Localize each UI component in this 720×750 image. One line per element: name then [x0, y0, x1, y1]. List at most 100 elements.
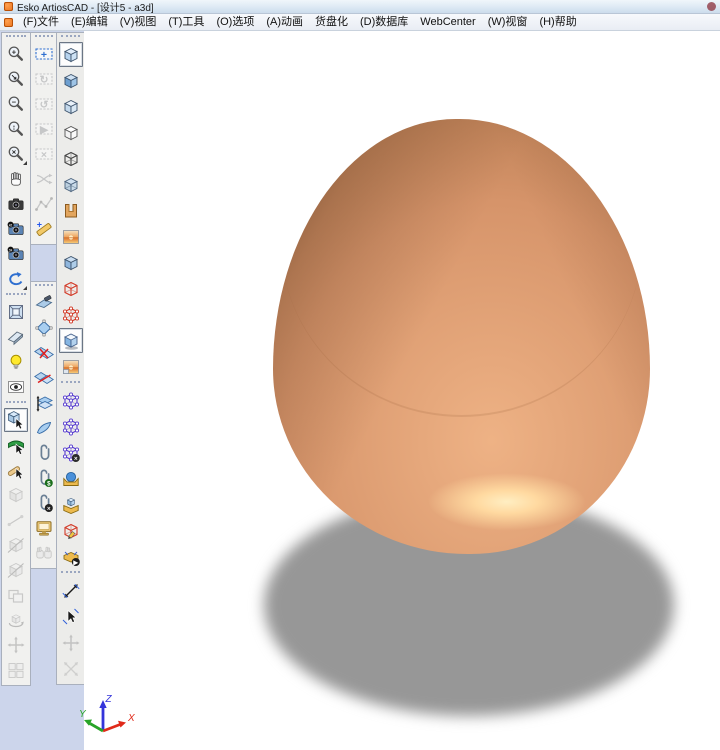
view-angle-icon: [6, 377, 26, 397]
view-translucent-button[interactable]: [59, 250, 83, 275]
menu-animation[interactable]: (A)动画: [260, 14, 309, 30]
add-animation-frame-button[interactable]: +: [32, 42, 56, 66]
menu-palletization[interactable]: 货盘化: [309, 14, 354, 30]
pallet-animate-icon: ▶: [61, 547, 81, 567]
mesh-edit-nodes-button[interactable]: [59, 388, 83, 413]
chamfer-knife-button[interactable]: [4, 325, 28, 349]
add-tape-button[interactable]: +: [32, 217, 56, 241]
toolbar-grip[interactable]: [6, 401, 26, 406]
zoom-out-button[interactable]: −: [4, 92, 28, 116]
menu-window[interactable]: (W)视窗: [482, 14, 534, 30]
view-solid-button[interactable]: [59, 42, 83, 67]
svg-text:×: ×: [47, 505, 51, 512]
light-source-button[interactable]: [4, 350, 28, 374]
view-angle-button[interactable]: [4, 375, 28, 399]
screen-output-button[interactable]: [32, 516, 56, 540]
select-designs-button[interactable]: [4, 408, 28, 432]
toolbar-grip[interactable]: [61, 35, 80, 40]
pan-button[interactable]: [4, 167, 28, 191]
move-point-icon: [6, 635, 26, 655]
view-corrugate-icon: [61, 201, 81, 221]
view-wireframe-button[interactable]: [59, 146, 83, 171]
zoom-out-icon: −: [6, 94, 26, 114]
next-view-camera-button[interactable]: »: [4, 242, 28, 266]
mesh-edit-nodes-2-button[interactable]: [59, 414, 83, 439]
mesh-edit-nodes-icon: [61, 391, 81, 411]
raise-lower-panel-button[interactable]: [32, 391, 56, 415]
chamfer-knife-icon: [6, 327, 26, 347]
view-transparent-button[interactable]: [59, 172, 83, 197]
close-button[interactable]: [707, 2, 716, 11]
attach-clip-button[interactable]: [32, 441, 56, 465]
view-hidden-line-button[interactable]: [59, 120, 83, 145]
select-surface-button[interactable]: [4, 433, 28, 457]
menu-file[interactable]: (F)文件: [17, 14, 65, 30]
view-flat-button[interactable]: [59, 94, 83, 119]
previous-view-camera-button[interactable]: «: [4, 217, 28, 241]
fold-corners-button[interactable]: [32, 316, 56, 340]
axis-z-label: Z: [105, 694, 113, 705]
svg-text:▶: ▶: [72, 559, 78, 566]
wireframe-red-icon: [61, 279, 81, 299]
tray-sphere-button[interactable]: [59, 466, 83, 491]
wireframe-edit-button[interactable]: [59, 518, 83, 543]
title-bar[interactable]: Esko ArtiosCAD - [设计5 - a3d]: [0, 0, 720, 14]
attach-clip-cost-button[interactable]: $: [32, 466, 56, 490]
measure-3d-button[interactable]: [59, 578, 83, 603]
menu-edit[interactable]: (E)编辑: [65, 14, 114, 30]
menu-options[interactable]: (O)选项: [210, 14, 260, 30]
measure-line-button: [4, 508, 28, 532]
scene-background-button[interactable]: [59, 224, 83, 249]
wireframe-red-nodes-button[interactable]: [59, 302, 83, 327]
bend-surface-button[interactable]: [32, 416, 56, 440]
previous-view-camera-icon: «: [6, 219, 26, 239]
select-designs-icon: [6, 410, 26, 430]
select-measure-icon: [61, 607, 81, 627]
undo-view-button[interactable]: [4, 267, 28, 291]
zoom-height-button[interactable]: ↕: [4, 117, 28, 141]
menu-database[interactable]: (D)数据库: [354, 14, 414, 30]
toolbar-grip[interactable]: [6, 293, 26, 298]
transform-object-button: [59, 656, 83, 681]
toolbar-grip[interactable]: [61, 381, 80, 386]
zoom-in-button[interactable]: +: [4, 42, 28, 66]
render-glossy-button[interactable]: [59, 328, 83, 353]
zoom-height-icon: ↕: [6, 119, 26, 139]
svg-text:×: ×: [41, 149, 47, 161]
menu-webcenter[interactable]: WebCenter: [414, 14, 481, 30]
grab-hands-button: [32, 541, 56, 565]
toolbar-grip[interactable]: [61, 571, 80, 576]
select-repair-button[interactable]: [4, 458, 28, 482]
fold-delete-button[interactable]: [32, 341, 56, 365]
toolbar-grip[interactable]: [35, 35, 53, 40]
toolbar-grip[interactable]: [6, 35, 26, 40]
zoom-previous-button[interactable]: ↘: [4, 67, 28, 91]
menu-tools[interactable]: (T)工具: [162, 14, 210, 30]
viewport-3d[interactable]: Z X Y: [84, 31, 720, 750]
mesh-delete-node-button[interactable]: ×: [59, 440, 83, 465]
pallet-animate-button[interactable]: ▶: [59, 544, 83, 569]
select-measure-button[interactable]: [59, 604, 83, 629]
bevel-panel-button[interactable]: [4, 300, 28, 324]
fold-split-button[interactable]: [32, 366, 56, 390]
snapshot-camera-button[interactable]: [4, 192, 28, 216]
scene-background-2-button[interactable]: [59, 354, 83, 379]
egg-3d-model[interactable]: [273, 119, 650, 554]
mesh-delete-node-icon: ×: [61, 443, 81, 463]
erase-face-button[interactable]: [32, 291, 56, 315]
measure-3d-icon: [61, 581, 81, 601]
snapshot-camera-icon: [6, 194, 26, 214]
fold-delete-icon: [34, 343, 54, 363]
view-corrugate-button[interactable]: [59, 198, 83, 223]
zoom-window-button[interactable]: ×: [4, 142, 28, 166]
tray-box-button[interactable]: [59, 492, 83, 517]
tray-box-icon: [61, 495, 81, 515]
toolbar-grip[interactable]: [35, 284, 53, 289]
menu-view[interactable]: (V)视图: [114, 14, 163, 30]
align-front-icon: [6, 535, 26, 555]
select-repair-icon: [6, 460, 26, 480]
wireframe-red-button[interactable]: [59, 276, 83, 301]
view-shaded-button[interactable]: [59, 68, 83, 93]
detach-clip-button[interactable]: ×: [32, 491, 56, 515]
menu-help[interactable]: (H)帮助: [533, 14, 582, 30]
